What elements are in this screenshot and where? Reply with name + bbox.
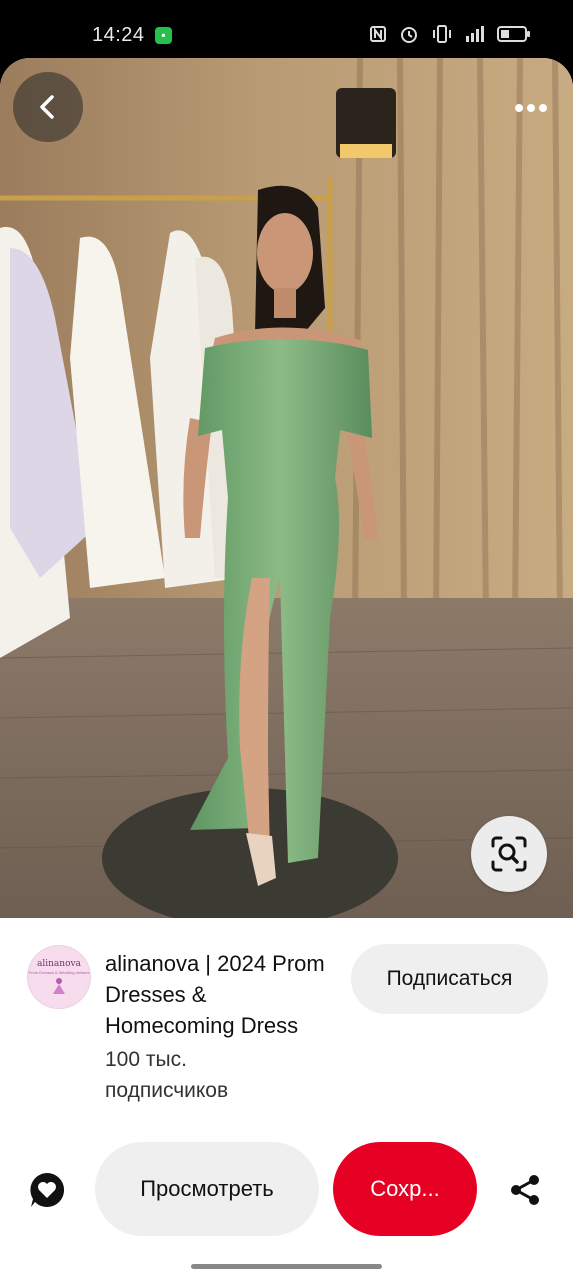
follow-button[interactable]: Подписаться (351, 944, 548, 1014)
home-indicator[interactable] (191, 1264, 382, 1269)
avatar[interactable]: alinanova Prom Dresses & Wedding dresses (27, 945, 91, 1009)
alarm-icon (401, 27, 417, 43)
more-dots-icon (515, 104, 547, 112)
visual-search-button[interactable] (471, 816, 547, 892)
vibrate-icon (433, 25, 451, 43)
heart-bubble-icon (30, 1173, 65, 1207)
back-arrow-icon (40, 95, 54, 119)
view-button[interactable]: Просмотреть (95, 1142, 319, 1236)
status-time: 14:24 (92, 24, 145, 46)
pin-sheet: alinanova Prom Dresses & Wedding dresses… (0, 58, 573, 1280)
creator-section: alinanova Prom Dresses & Wedding dresses… (0, 918, 573, 1138)
save-button[interactable]: Сохр... (333, 1142, 477, 1236)
app-notification-icon: ▪ (155, 27, 172, 44)
nfc-icon (370, 26, 386, 42)
battery-icon (497, 26, 530, 42)
share-button[interactable] (505, 1170, 545, 1210)
follower-count: 100 тыс. подписчиков (105, 1048, 229, 1102)
signal-icon (466, 26, 484, 42)
avatar-logo-subtext: Prom Dresses & Wedding dresses (28, 970, 90, 975)
pin-image[interactable] (0, 58, 573, 918)
visual-search-icon (491, 836, 527, 872)
more-options-button[interactable] (501, 78, 561, 138)
avatar-figure-icon (53, 978, 65, 994)
status-icons (369, 24, 531, 44)
creator-name[interactable]: alinanova | 2024 Prom Dresses & Homecomi… (105, 948, 340, 1041)
status-bar: 14:24 ▪ (0, 0, 573, 62)
share-icon (511, 1175, 539, 1205)
back-button[interactable] (13, 72, 83, 142)
avatar-logo-text: alinanova (37, 959, 81, 969)
react-button[interactable] (27, 1170, 67, 1210)
action-bar: Просмотреть Сохр... (0, 1140, 573, 1240)
